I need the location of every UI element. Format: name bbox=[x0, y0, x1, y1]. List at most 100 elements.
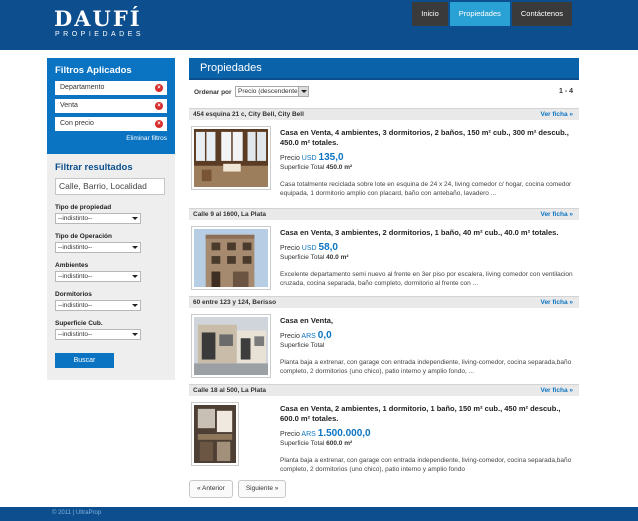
filter-label-tipo-operacion: Tipo de Operación bbox=[55, 233, 112, 240]
main-nav: Inicio Propiedades Contáctenos bbox=[412, 2, 572, 26]
ambientes-select[interactable]: --indistinto-- bbox=[55, 271, 141, 282]
listing-price: Precio ARS 0,0 bbox=[280, 330, 575, 342]
listing-description: Planta baja a extrenar, con garage con e… bbox=[280, 359, 572, 375]
property-photo[interactable] bbox=[191, 314, 271, 378]
clear-filters-link[interactable]: Eliminar filtros bbox=[55, 135, 167, 142]
nav-contactenos[interactable]: Contáctenos bbox=[511, 2, 572, 26]
applied-filters-panel: Filtros Aplicados Departamento × Venta ×… bbox=[47, 58, 175, 154]
select-value: --indistinto-- bbox=[58, 215, 93, 222]
chip-label: Departamento bbox=[60, 84, 105, 91]
listing-item: 60 entre 123 y 124, Berisso Ver ficha » … bbox=[189, 296, 579, 384]
listing-title[interactable]: Casa en Venta, 3 ambientes, 2 dormitorio… bbox=[280, 228, 575, 238]
applied-filter-chip: Departamento × bbox=[55, 81, 167, 95]
property-photo[interactable] bbox=[191, 402, 239, 466]
tipo-propiedad-select[interactable]: --indistinto-- bbox=[55, 213, 141, 224]
listing-price: Precio ARS 1.500.000,0 bbox=[280, 428, 575, 440]
select-value: --indistinto-- bbox=[58, 331, 93, 338]
view-details-link[interactable]: Ver ficha » bbox=[540, 109, 573, 120]
applied-filter-chip: Con precio × bbox=[55, 117, 167, 131]
price-label: Precio bbox=[280, 333, 300, 340]
site-footer: © 2011 | UltraProp bbox=[0, 507, 638, 521]
listing-info: Casa en Venta, 3 ambientes, 2 dormitorio… bbox=[280, 228, 575, 288]
property-photo-image bbox=[194, 229, 268, 287]
price-label: Precio bbox=[280, 431, 300, 438]
listing-address: Calle 9 al 1600, La Plata bbox=[193, 211, 266, 218]
results-range: 1 - 4 bbox=[558, 88, 573, 95]
dormitorios-select[interactable]: --indistinto-- bbox=[55, 300, 141, 311]
surface-label: Superficie Total bbox=[280, 164, 325, 171]
chevron-down-icon bbox=[298, 87, 308, 96]
price-currency: ARS bbox=[301, 333, 316, 340]
surface-value: 40.0 m² bbox=[326, 254, 349, 261]
logo-sub-text: PROPIEDADES bbox=[55, 31, 145, 38]
sort-select[interactable]: Precio (descendente) bbox=[235, 86, 309, 97]
remove-filter-icon[interactable]: × bbox=[155, 84, 163, 92]
listing-address-bar: Calle 18 al 500, La Plata Ver ficha » bbox=[189, 384, 579, 396]
nav-propiedades[interactable]: Propiedades bbox=[449, 2, 510, 26]
price-currency: ARS bbox=[301, 431, 316, 438]
filter-label-dormitorios: Dormitorios bbox=[55, 291, 92, 298]
sort-value: Precio (descendente) bbox=[238, 88, 300, 95]
listing-surface: Superficie Total 450.0 m² bbox=[280, 164, 575, 172]
property-photo[interactable] bbox=[191, 126, 271, 190]
chevron-down-icon bbox=[132, 275, 138, 278]
filter-label-ambientes: Ambientes bbox=[55, 262, 89, 269]
filter-panel: Filtrar resultados Calle, Barrio, Locali… bbox=[47, 154, 175, 368]
listing-title[interactable]: Casa en Venta, 4 ambientes, 3 dormitorio… bbox=[280, 128, 575, 148]
listing-description: Casa totalmente reciclada sobre lote en … bbox=[280, 181, 572, 197]
view-details-link[interactable]: Ver ficha » bbox=[540, 297, 573, 308]
surface-label: Superficie Total bbox=[280, 254, 325, 261]
superficie-select[interactable]: --indistinto-- bbox=[55, 329, 141, 340]
search-button[interactable]: Buscar bbox=[55, 353, 114, 368]
listing-title[interactable]: Casa en Venta, 2 ambientes, 1 dormitorio… bbox=[280, 404, 575, 424]
listing-address-bar: 60 entre 123 y 124, Berisso Ver ficha » bbox=[189, 296, 579, 308]
property-photo-image bbox=[194, 405, 236, 463]
filter-label-superficie: Superficie Cub. bbox=[55, 320, 103, 327]
view-details-link[interactable]: Ver ficha » bbox=[540, 209, 573, 220]
listing-item: Calle 9 al 1600, La Plata Ver ficha » Ca… bbox=[189, 208, 579, 296]
sidebar: Filtros Aplicados Departamento × Venta ×… bbox=[47, 58, 175, 380]
sort-bar: Ordenar por Precio (descendente) 1 - 4 bbox=[189, 80, 579, 104]
price-label: Precio bbox=[280, 245, 300, 252]
surface-value: 450.0 m² bbox=[326, 164, 353, 171]
logo[interactable]: DAUFÍ PROPIEDADES bbox=[54, 8, 144, 40]
surface-label: Superficie Total bbox=[280, 440, 325, 447]
listing-info: Casa en Venta, 2 ambientes, 1 dormitorio… bbox=[280, 404, 575, 474]
site-header: DAUFÍ PROPIEDADES Inicio Propiedades Con… bbox=[0, 0, 638, 50]
remove-filter-icon[interactable]: × bbox=[155, 120, 163, 128]
listing-title[interactable]: Casa en Venta, bbox=[280, 316, 575, 326]
listing-description: Planta baja a extrenar, con garage con e… bbox=[280, 457, 572, 473]
remove-filter-icon[interactable]: × bbox=[155, 102, 163, 110]
footer-copyright[interactable]: © 2011 | UltraProp bbox=[52, 510, 101, 516]
view-details-link[interactable]: Ver ficha » bbox=[540, 385, 573, 396]
nav-inicio[interactable]: Inicio bbox=[412, 2, 448, 26]
price-value: 1.500.000,0 bbox=[317, 428, 371, 439]
next-page-button[interactable]: Siguiente » bbox=[237, 480, 287, 498]
listing-address: 454 esquina 21 c, City Bell, City Bell bbox=[193, 111, 304, 118]
listing-info: Casa en Venta, 4 ambientes, 3 dormitorio… bbox=[280, 128, 575, 198]
price-label: Precio bbox=[280, 155, 300, 162]
property-photo[interactable] bbox=[191, 226, 271, 290]
listing-surface: Superficie Total bbox=[280, 342, 575, 350]
filter-label-tipo-propiedad: Tipo de propiedad bbox=[55, 204, 112, 211]
listing-address: Calle 18 al 500, La Plata bbox=[193, 387, 266, 394]
pagination: « Anterior Siguiente » bbox=[189, 480, 287, 498]
listing-item: Calle 18 al 500, La Plata Ver ficha » Ca… bbox=[189, 384, 579, 474]
prev-page-button[interactable]: « Anterior bbox=[189, 480, 233, 498]
chevron-down-icon bbox=[132, 217, 138, 220]
logo-main-text: DAUFÍ bbox=[54, 6, 142, 31]
price-value: 58,0 bbox=[318, 242, 338, 253]
listing-description: Excelente departamento semi nuevo al fre… bbox=[280, 271, 573, 287]
location-search-input[interactable]: Calle, Barrio, Localidad bbox=[55, 178, 165, 195]
price-value: 0,0 bbox=[317, 330, 332, 341]
chevron-down-icon bbox=[132, 304, 138, 307]
applied-filter-chip: Venta × bbox=[55, 99, 167, 113]
tipo-operacion-select[interactable]: --indistinto-- bbox=[55, 242, 141, 253]
select-value: --indistinto-- bbox=[58, 273, 93, 280]
applied-filters-title: Filtros Aplicados bbox=[55, 65, 132, 76]
surface-label: Superficie Total bbox=[280, 342, 325, 349]
listing-price: Precio USD 135,0 bbox=[280, 152, 575, 164]
listing-address-bar: 454 esquina 21 c, City Bell, City Bell V… bbox=[189, 108, 579, 120]
select-value: --indistinto-- bbox=[58, 302, 93, 309]
listing-address: 60 entre 123 y 124, Berisso bbox=[193, 299, 277, 306]
